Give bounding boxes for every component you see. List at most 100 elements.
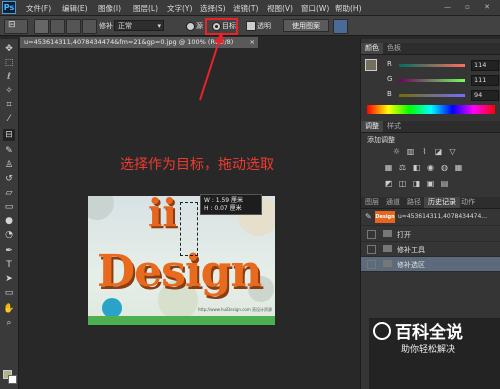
patch-tool-icon[interactable]: ⊟	[3, 129, 15, 141]
exposure-icon[interactable]: ◪	[433, 147, 444, 156]
annotation-arrow	[199, 32, 224, 101]
instruction-annotation: 选择作为目标，拖动选取	[120, 157, 274, 173]
document-image[interactable]: ii Design http://www.huiDesign.com 亮设计资源	[88, 196, 275, 325]
menu-layer[interactable]: 图层(L)	[133, 3, 158, 14]
tab-color[interactable]: 颜色	[361, 43, 383, 54]
curves-icon[interactable]: ⌇	[419, 147, 430, 156]
history-snapshot[interactable]: ✎ Design u=453614311,4078434474...	[361, 209, 500, 226]
transparent-checkbox[interactable]	[246, 21, 256, 31]
tab-styles[interactable]: 样式	[383, 121, 405, 132]
brush-icon: ✎	[365, 212, 372, 221]
r-value[interactable]: 114	[471, 60, 499, 71]
tab-adjustments[interactable]: 调整	[361, 121, 383, 132]
dodge-tool-icon[interactable]: ◔	[3, 229, 15, 241]
decorative-bubble	[88, 196, 114, 220]
menu-view[interactable]: 视图(V)	[267, 3, 293, 14]
new-selection-icon[interactable]	[34, 19, 49, 34]
history-item[interactable]: 打开	[361, 227, 500, 242]
channel-mixer-icon[interactable]: ◍	[439, 163, 450, 172]
close-tab-icon[interactable]: ×	[250, 37, 255, 48]
pen-tool-icon[interactable]: ✒	[3, 245, 15, 257]
menu-image[interactable]: 图像(I)	[98, 3, 121, 14]
gradient-tool-icon[interactable]: ▭	[3, 201, 15, 213]
brightness-icon[interactable]: ☼	[391, 147, 402, 156]
menu-filter[interactable]: 滤镜(T)	[233, 3, 258, 14]
menu-file[interactable]: 文件(F)	[26, 3, 51, 14]
g-value[interactable]: 111	[471, 75, 499, 86]
history-checkbox[interactable]	[367, 245, 376, 254]
b-label: B	[387, 90, 392, 98]
r-label: R	[387, 60, 392, 68]
snapshot-name: u=453614311,4078434474...	[398, 213, 487, 220]
photoshop-logo: Ps	[2, 1, 16, 14]
vibrance-icon[interactable]: ▽	[447, 147, 458, 156]
window-controls[interactable]: — ▫ ✕	[444, 3, 496, 11]
decorative-bubble	[102, 298, 122, 318]
marquee-tool-icon[interactable]: ⬚	[3, 57, 15, 69]
subtract-selection-icon[interactable]	[66, 19, 81, 34]
color-lookup-icon[interactable]: ▦	[453, 163, 464, 172]
add-selection-icon[interactable]	[50, 19, 65, 34]
tool-preset-picker[interactable]: ⊟	[4, 19, 28, 34]
stamp-tool-icon[interactable]: ♙	[3, 159, 15, 171]
eraser-tool-icon[interactable]: ▱	[3, 187, 15, 199]
patch-mode-value: 正常	[118, 22, 132, 30]
zoom-tool-icon[interactable]: ⌕	[3, 317, 15, 329]
transparent-label: 透明	[257, 22, 271, 30]
intersect-selection-icon[interactable]	[82, 19, 97, 34]
levels-icon[interactable]: ▥	[405, 147, 416, 156]
tab-history[interactable]: 历史记录	[424, 197, 460, 208]
history-item[interactable]: 修补选区	[361, 257, 500, 272]
tab-actions[interactable]: 动作	[457, 197, 479, 208]
hue-sat-icon[interactable]: ▦	[383, 163, 394, 172]
tab-swatches[interactable]: 色板	[383, 43, 405, 54]
crop-tool-icon[interactable]: ⌗	[3, 99, 15, 111]
g-slider[interactable]	[399, 79, 465, 82]
b-slider[interactable]	[399, 94, 465, 97]
bw-icon[interactable]: ◧	[411, 163, 422, 172]
design-letters-ii: ii	[148, 196, 177, 235]
source-radio[interactable]	[186, 22, 195, 31]
path-select-icon[interactable]: ➤	[3, 273, 15, 285]
threshold-icon[interactable]: ◨	[411, 179, 422, 188]
menu-help[interactable]: 帮助(H)	[335, 3, 362, 14]
eyedropper-tool-icon[interactable]: ⁄	[3, 113, 15, 125]
gradient-map-icon[interactable]: ▤	[439, 179, 450, 188]
blur-tool-icon[interactable]: ●	[3, 215, 15, 227]
foreground-color-swatch[interactable]	[365, 59, 377, 71]
history-checkbox[interactable]	[367, 260, 376, 269]
menu-select[interactable]: 选择(S)	[200, 3, 226, 14]
lasso-tool-icon[interactable]: ℓ	[3, 71, 15, 83]
posterize-icon[interactable]: ◫	[397, 179, 408, 188]
patch-tool-icon: ⊟	[8, 20, 16, 30]
menu-edit[interactable]: 编辑(E)	[62, 3, 88, 14]
menu-type[interactable]: 文字(Y)	[167, 3, 192, 14]
patch-mode-select[interactable]: 正常 ▾	[114, 20, 164, 31]
patch-selection-marquee[interactable]	[180, 202, 198, 256]
menu-bar: Ps 文件(F) 编辑(E) 图像(I) 图层(L) 文字(Y) 选择(S) 滤…	[0, 0, 500, 16]
move-tool-icon[interactable]: ✥	[3, 43, 15, 55]
use-pattern-button[interactable]: 使用图案	[283, 19, 329, 32]
invert-icon[interactable]: ◩	[383, 179, 394, 188]
adjust-panel-tabs: 调整 样式	[361, 121, 500, 133]
pattern-picker[interactable]	[333, 19, 348, 34]
magic-wand-icon[interactable]: ✧	[3, 85, 15, 97]
menu-window[interactable]: 窗口(W)	[301, 3, 329, 14]
tab-channels[interactable]: 通道	[382, 197, 404, 208]
r-slider[interactable]	[399, 64, 465, 67]
b-value[interactable]: 94	[471, 90, 499, 101]
shape-tool-icon[interactable]: ▭	[3, 287, 15, 299]
selective-color-icon[interactable]: ▣	[425, 179, 436, 188]
history-checkbox[interactable]	[367, 230, 376, 239]
photo-filter-icon[interactable]: ◉	[425, 163, 436, 172]
tab-paths[interactable]: 路径	[403, 197, 425, 208]
tab-layers[interactable]: 图层	[361, 197, 383, 208]
history-brush-icon[interactable]: ↺	[3, 173, 15, 185]
history-item[interactable]: 修补工具	[361, 242, 500, 257]
color-balance-icon[interactable]: ⚖	[397, 163, 408, 172]
type-tool-icon[interactable]: T	[3, 259, 15, 271]
color-spectrum-bar[interactable]	[367, 105, 495, 114]
brush-tool-icon[interactable]: ✎	[3, 145, 15, 157]
background-color-swatch[interactable]	[8, 375, 17, 384]
hand-tool-icon[interactable]: ✋	[3, 303, 15, 315]
